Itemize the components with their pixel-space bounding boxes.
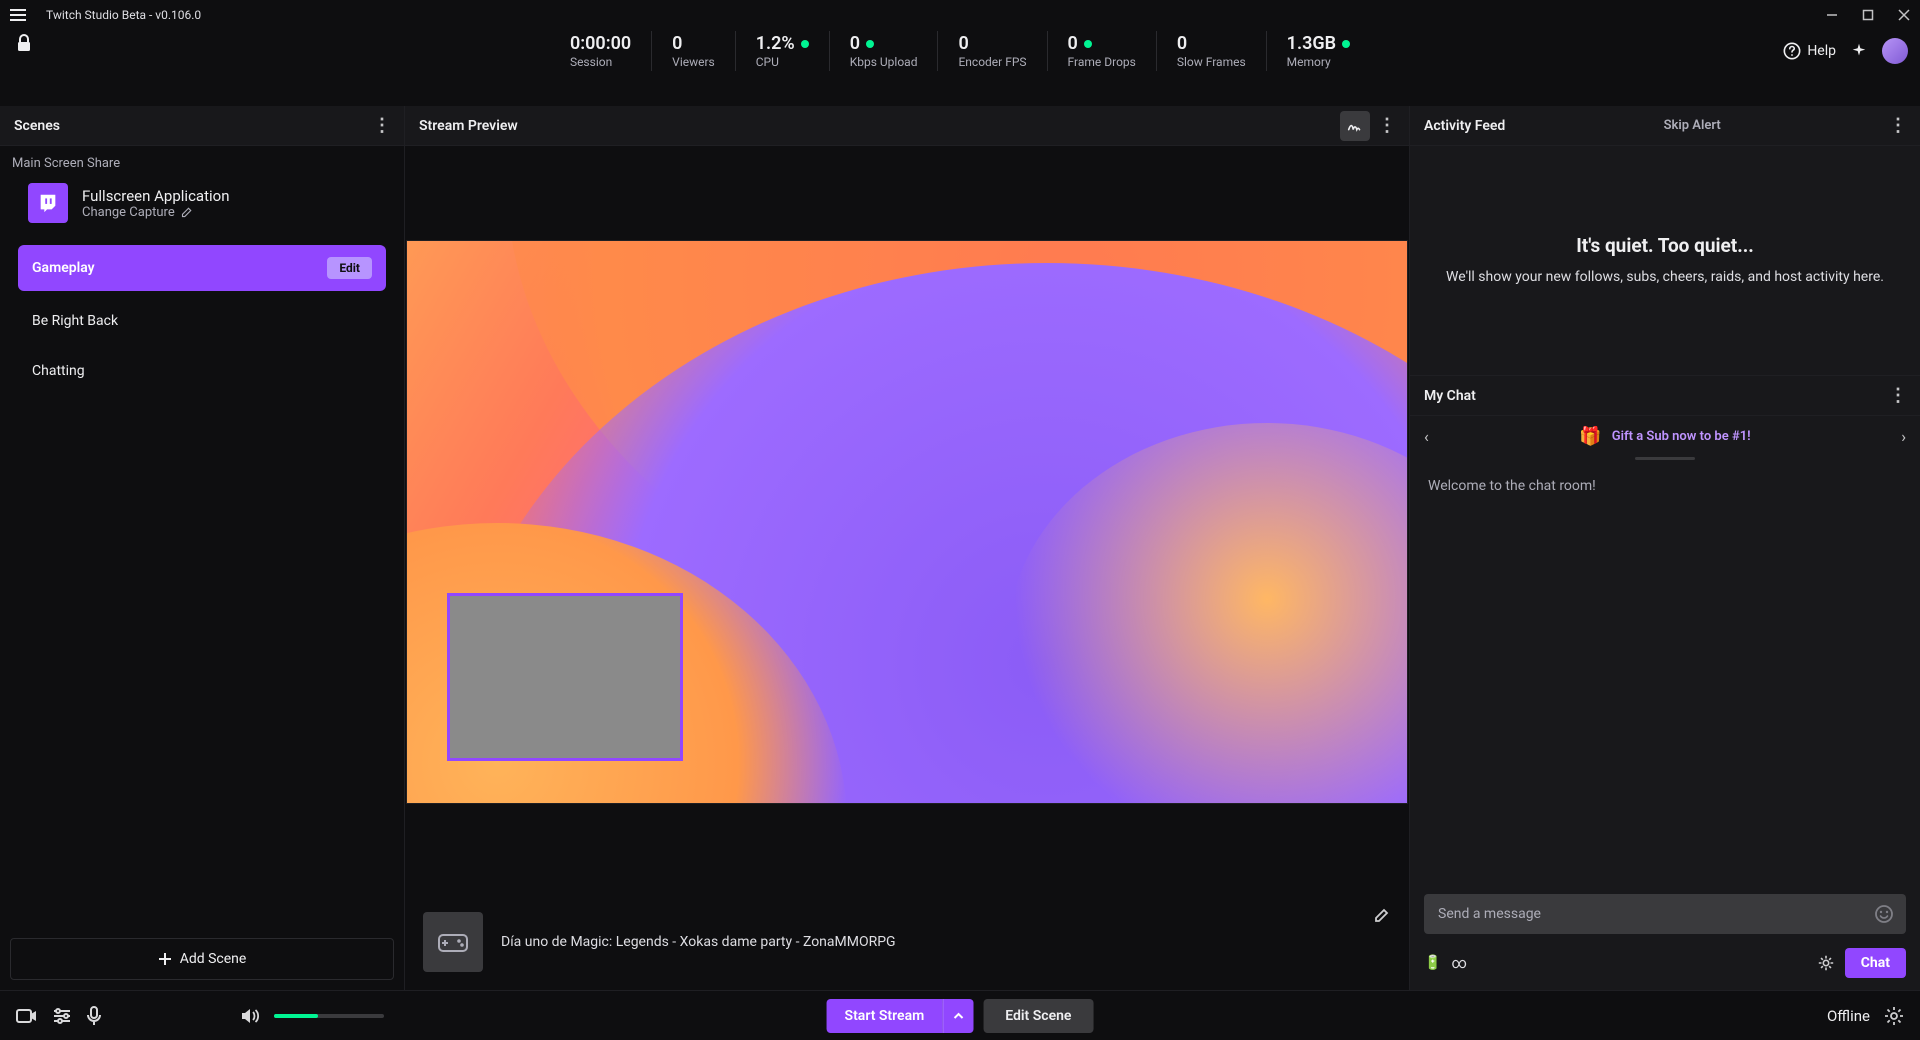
scenes-header-label: Scenes <box>14 118 60 134</box>
emote-picker-icon[interactable] <box>1874 904 1894 924</box>
preview-canvas[interactable] <box>407 241 1407 803</box>
activity-empty-title: It's quiet. Too quiet... <box>1434 234 1896 257</box>
signature-icon[interactable] <box>1340 111 1370 141</box>
capture-row[interactable]: Fullscreen Application Change Capture <box>0 177 404 237</box>
add-scene-button[interactable]: Add Scene <box>10 938 394 980</box>
window-controls <box>1826 9 1910 21</box>
settings-icon[interactable] <box>1884 1006 1904 1026</box>
activity-feed-empty: It's quiet. Too quiet... We'll show your… <box>1410 146 1920 376</box>
stat-memory: 1.3GBMemory <box>1267 31 1370 71</box>
gift-icon: 🎁 <box>1579 426 1601 447</box>
scene-item-gameplay[interactable]: Gameplay Edit <box>18 245 386 291</box>
scenes-header: Scenes ⋮ <box>0 106 404 146</box>
chevron-left-icon[interactable]: ‹ <box>1424 427 1429 446</box>
channel-points-icon[interactable]: 🔋 <box>1424 955 1441 971</box>
mic-level-track <box>116 1014 226 1018</box>
preview-header-label: Stream Preview <box>419 118 518 134</box>
pencil-icon <box>181 206 193 218</box>
stat-encoder: 0Encoder FPS <box>938 31 1047 71</box>
speaker-icon[interactable] <box>240 1007 260 1025</box>
activity-empty-body: We'll show your new follows, subs, cheer… <box>1434 267 1896 288</box>
edit-scene-button[interactable]: Edit Scene <box>983 999 1093 1033</box>
capture-subtitle[interactable]: Change Capture <box>82 205 229 220</box>
send-chat-button[interactable]: Chat <box>1845 948 1906 978</box>
chat-welcome-text: Welcome to the chat room! <box>1428 478 1596 494</box>
sliders-icon[interactable] <box>52 1007 72 1025</box>
bottom-bar: Start Stream Edit Scene Offline <box>0 990 1920 1040</box>
sparkle-icon[interactable] <box>1850 42 1868 60</box>
chat-header: My Chat ⋮ <box>1410 376 1920 416</box>
titlebar: Twitch Studio Beta - v0.106.0 <box>0 0 1920 30</box>
start-stream-button[interactable]: Start Stream <box>827 999 943 1033</box>
preview-header: Stream Preview ⋮ <box>405 106 1409 146</box>
scenes-more-icon[interactable]: ⋮ <box>373 115 390 136</box>
maximize-icon[interactable] <box>1862 9 1874 21</box>
hamburger-icon[interactable] <box>10 9 28 21</box>
scene-item-label: Chatting <box>32 363 85 379</box>
stat-upload: 0Kbps Upload <box>830 31 939 71</box>
twitch-capture-icon <box>28 183 68 223</box>
help-button[interactable]: Help <box>1783 42 1836 60</box>
minimize-icon[interactable] <box>1826 9 1838 21</box>
stream-info-bar: Día uno de Magic: Legends - Xokas dame p… <box>405 898 1409 990</box>
volume-slider[interactable] <box>274 1014 384 1018</box>
scene-list: Gameplay Edit Be Right Back Chatting <box>0 237 404 399</box>
stat-drops: 0Frame Drops <box>1048 31 1157 71</box>
stat-slow: 0Slow Frames <box>1157 31 1267 71</box>
mic-toggle-icon[interactable] <box>86 1006 102 1026</box>
capture-title: Fullscreen Application <box>82 187 229 205</box>
chat-settings-icon[interactable] <box>1817 954 1835 972</box>
activity-header-label: Activity Feed <box>1424 118 1505 134</box>
scenes-section-label: Main Screen Share <box>0 146 404 177</box>
preview-area[interactable] <box>405 146 1409 898</box>
start-stream-caret[interactable] <box>942 999 973 1033</box>
gift-sub-link[interactable]: Gift a Sub now to be #1! <box>1612 429 1751 444</box>
scene-item-label: Gameplay <box>32 260 95 276</box>
scene-item-brb[interactable]: Be Right Back <box>18 301 386 341</box>
gift-indicator <box>1635 457 1695 460</box>
chat-messages: Welcome to the chat room! <box>1410 464 1920 884</box>
chat-panel: My Chat ⋮ ‹ 🎁 Gift a Sub now to be #1! ›… <box>1410 376 1920 990</box>
chevron-right-icon[interactable]: › <box>1901 427 1906 446</box>
scene-edit-button[interactable]: Edit <box>327 257 372 279</box>
stat-cpu: 1.2%CPU <box>736 31 830 71</box>
stream-preview-panel: Stream Preview ⋮ Día uno de Magic: Legen… <box>405 106 1410 990</box>
chat-footer: 🔋 ∞ Chat <box>1410 942 1920 990</box>
app-title: Twitch Studio Beta - v0.106.0 <box>46 8 201 22</box>
activity-header: Activity Feed Skip Alert ⋮ <box>1410 106 1920 146</box>
stat-viewers: 0Viewers <box>652 31 736 71</box>
camera-toggle-icon[interactable] <box>16 1008 38 1024</box>
stat-session: 0:00:00Session <box>550 31 652 71</box>
skip-alert-button[interactable]: Skip Alert <box>1664 118 1721 133</box>
scene-item-label: Be Right Back <box>32 313 118 329</box>
plus-icon <box>158 952 172 966</box>
edit-stream-info-icon[interactable] <box>1373 906 1391 924</box>
stream-status: Offline <box>1827 1007 1870 1025</box>
close-icon[interactable] <box>1898 9 1910 21</box>
channel-points-value: ∞ <box>1451 954 1466 972</box>
chat-more-icon[interactable]: ⋮ <box>1889 385 1906 406</box>
chat-header-label: My Chat <box>1424 388 1476 404</box>
scenes-sidebar: Scenes ⋮ Main Screen Share Fullscreen Ap… <box>0 106 405 990</box>
stats-bar: 0:00:00Session 0Viewers 1.2%CPU 0Kbps Up… <box>0 28 1920 74</box>
chat-input[interactable] <box>1424 894 1906 934</box>
camera-overlay[interactable] <box>447 593 683 761</box>
help-label: Help <box>1807 43 1836 59</box>
right-column: Activity Feed Skip Alert ⋮ It's quiet. T… <box>1410 106 1920 990</box>
game-boxart-icon[interactable] <box>423 912 483 972</box>
stream-title: Día uno de Magic: Legends - Xokas dame p… <box>501 934 1355 950</box>
avatar[interactable] <box>1882 38 1908 64</box>
activity-more-icon[interactable]: ⋮ <box>1889 115 1906 136</box>
add-scene-label: Add Scene <box>180 951 247 967</box>
header-right: Help <box>1783 38 1908 64</box>
preview-more-icon[interactable]: ⋮ <box>1378 115 1395 136</box>
scene-item-chatting[interactable]: Chatting <box>18 351 386 391</box>
gift-banner: ‹ 🎁 Gift a Sub now to be #1! › <box>1410 416 1920 457</box>
